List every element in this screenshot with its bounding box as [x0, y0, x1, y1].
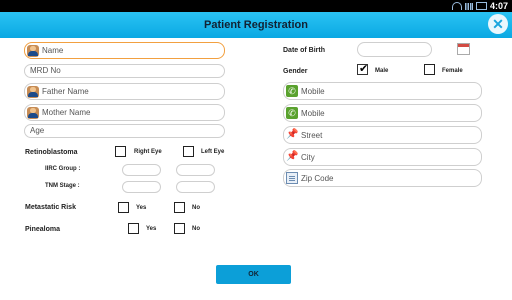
mother-name-placeholder: Mother Name [42, 108, 91, 117]
retinoblastoma-label: Retinoblastoma [25, 149, 78, 156]
pinealoma-yes-label: Yes [146, 226, 157, 232]
pinealoma-no-checkbox[interactable] [174, 223, 185, 234]
left-eye-label: Left Eye [201, 149, 225, 155]
person-icon [27, 45, 39, 57]
dob-field[interactable] [357, 42, 432, 57]
tnm-right-field[interactable] [122, 181, 161, 193]
female-label: Female [442, 68, 463, 74]
pinealoma-no-label: No [192, 226, 200, 232]
pin-icon: 📌 [286, 151, 299, 162]
name-placeholder: Name [42, 46, 64, 55]
tnm-stage-label: TNM Stage : [45, 183, 80, 189]
ok-button[interactable]: OK [216, 265, 291, 284]
close-button[interactable]: ✕ [488, 14, 508, 34]
female-checkbox[interactable] [424, 64, 435, 75]
father-name-field[interactable]: Father Name [24, 83, 225, 100]
name-field[interactable]: Name [24, 42, 225, 59]
phone-icon: ✆ [286, 85, 298, 97]
person-icon [27, 107, 39, 119]
iirc-group-label: IIRC Group : [45, 166, 81, 172]
right-eye-label: Right Eye [134, 149, 162, 155]
phone-icon: ✆ [286, 107, 298, 119]
mother-name-field[interactable]: Mother Name [24, 104, 225, 121]
metastatic-no-checkbox[interactable] [174, 202, 185, 213]
right-eye-checkbox[interactable] [115, 146, 126, 157]
left-eye-checkbox[interactable] [183, 146, 194, 157]
mobile-field-1[interactable]: ✆ Mobile [283, 82, 482, 100]
zip-code-placeholder: Zip Code [301, 174, 334, 183]
iirc-left-field[interactable] [176, 164, 215, 176]
mrd-placeholder: MRD No [30, 66, 61, 75]
clock: 4:07 [489, 1, 508, 11]
city-placeholder: City [301, 153, 315, 162]
pin-icon: 📌 [286, 129, 299, 140]
wifi-icon [451, 2, 462, 10]
metastatic-yes-label: Yes [136, 205, 147, 211]
street-placeholder: Street [301, 131, 323, 140]
title-bar: Patient Registration ✕ [0, 12, 512, 38]
mobile-placeholder-1: Mobile [301, 87, 325, 96]
status-bar: 4:07 [0, 0, 512, 12]
signal-icon [464, 2, 473, 10]
status-icons: 4:07 [451, 0, 508, 12]
street-field[interactable]: 📌 Street [283, 126, 482, 144]
mobile-placeholder-2: Mobile [301, 109, 325, 118]
male-checkbox[interactable] [357, 62, 368, 75]
battery-icon [475, 2, 487, 10]
metastatic-yes-checkbox[interactable] [118, 202, 129, 213]
page-title: Patient Registration [204, 19, 308, 31]
age-placeholder: Age [30, 126, 45, 135]
person-icon [27, 86, 39, 98]
mobile-field-2[interactable]: ✆ Mobile [283, 104, 482, 122]
tnm-left-field[interactable] [176, 181, 215, 193]
city-field[interactable]: 📌 City [283, 148, 482, 166]
pinealoma-yes-checkbox[interactable] [128, 223, 139, 234]
close-icon: ✕ [492, 16, 504, 32]
metastatic-no-label: No [192, 205, 200, 211]
iirc-right-field[interactable] [122, 164, 161, 176]
pinealoma-label: Pinealoma [25, 226, 61, 233]
address-card-icon [286, 172, 298, 184]
metastatic-risk-label: Metastatic Risk [25, 204, 76, 211]
father-name-placeholder: Father Name [42, 87, 89, 96]
dob-label: Date of Birth [283, 47, 325, 54]
calendar-icon[interactable] [457, 43, 470, 55]
male-label: Male [375, 68, 389, 74]
zip-code-field[interactable]: Zip Code [283, 169, 482, 187]
mrd-field[interactable]: MRD No [24, 64, 225, 78]
gender-label: Gender [283, 68, 308, 75]
age-field[interactable]: Age [24, 124, 225, 138]
